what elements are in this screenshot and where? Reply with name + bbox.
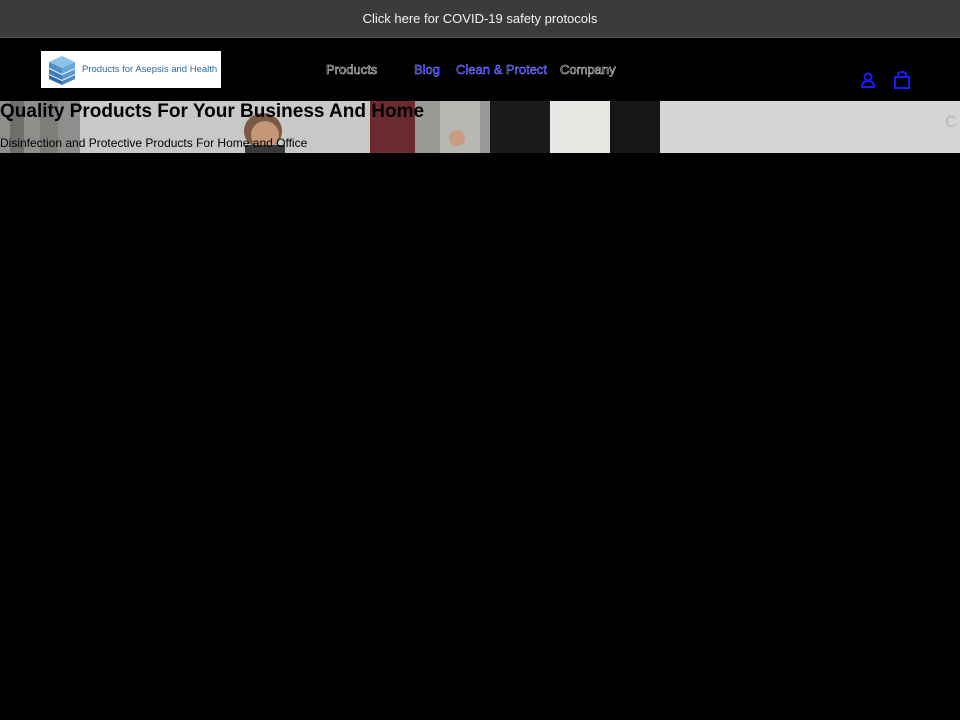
hero-title: Quality Products For Your Business And H… xyxy=(0,101,425,122)
account-icon[interactable] xyxy=(858,70,878,90)
svg-text:C: C xyxy=(945,114,957,131)
nav-company[interactable]: Company xyxy=(560,62,616,78)
nav-products[interactable]: Products xyxy=(326,62,378,78)
nav-blog[interactable]: Blog xyxy=(414,62,440,77)
nav-clean-protect[interactable]: Clean & Protect xyxy=(456,62,547,77)
logo-text: Products for Asepsis and Health xyxy=(82,64,218,75)
logo-cube-icon xyxy=(49,55,75,85)
announcement-text[interactable]: Click here for COVID-19 safety protocols xyxy=(363,11,598,26)
announcement-bar[interactable]: Click here for COVID-19 safety protocols xyxy=(0,0,960,38)
cart-icon[interactable] xyxy=(892,70,912,90)
site-logo[interactable]: Products for Asepsis and Health xyxy=(41,51,221,88)
hero-subtitle: Disinfection and Protective Products For… xyxy=(0,136,308,150)
